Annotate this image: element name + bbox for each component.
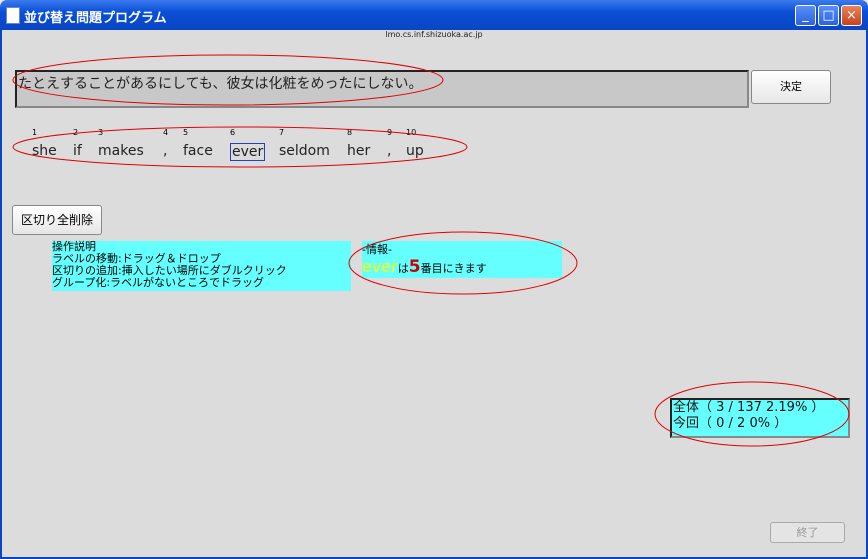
info-header: -情報- — [362, 243, 392, 256]
word-number: 10 — [406, 128, 417, 137]
maximize-button[interactable]: □ — [818, 5, 839, 26]
question-text: たとえすることがあるにしても、彼女は化粧をめったにしない。 — [15, 70, 749, 108]
info-word: ever — [362, 257, 398, 276]
word-label[interactable]: her — [347, 143, 370, 159]
stats-current: 今回（ 0 / 2 0% ） — [673, 416, 788, 431]
info-position: 5 — [408, 257, 421, 277]
title-bar: 並び替え問題プログラム _ □ × — [0, 0, 868, 30]
word-number: 6 — [230, 128, 236, 137]
word-number: 8 — [347, 128, 353, 137]
minimize-button[interactable]: _ — [795, 5, 816, 26]
word-label[interactable]: , — [163, 143, 167, 159]
word-label[interactable]: , — [387, 143, 391, 159]
info-panel: -情報- everは5番目にきます — [362, 241, 562, 278]
instructions-panel: 操作説明 ラベルの移動:ドラッグ＆ドロップ 区切りの追加:挿入したい場所にダブル… — [52, 241, 351, 291]
word-label[interactable]: up — [406, 143, 424, 159]
word-label[interactable]: she — [32, 143, 57, 159]
word-label[interactable]: seldom — [279, 143, 330, 159]
host-label: lmo.cs.inf.shizuoka.ac.jp — [385, 30, 483, 39]
document-icon — [6, 7, 20, 24]
word-number: 5 — [183, 128, 189, 137]
instruction-line: グループ化:ラベルがないところでドラッグ — [52, 276, 265, 289]
word-number: 2 — [73, 128, 79, 137]
info-suffix: 番目にきます — [420, 262, 487, 275]
stats-total: 全体（ 3 / 137 2.19% ） — [673, 400, 825, 415]
word-number: 3 — [98, 128, 104, 137]
info-message: everは5番目にきます — [362, 257, 487, 277]
info-particle: は — [397, 262, 409, 275]
finish-button[interactable]: 終了 — [770, 522, 845, 543]
word-label[interactable]: makes — [98, 143, 144, 159]
progress-stats: 全体（ 3 / 137 2.19% ） 今回（ 0 / 2 0% ） — [670, 398, 850, 438]
decide-button[interactable]: 決定 — [751, 70, 831, 104]
window-title: 並び替え問題プログラム — [24, 11, 167, 26]
word-label-selected[interactable]: ever — [230, 143, 266, 161]
word-number: 4 — [163, 128, 169, 137]
word-label[interactable]: if — [73, 143, 82, 159]
word-number: 7 — [279, 128, 285, 137]
close-button[interactable]: × — [841, 5, 862, 26]
clear-separators-button[interactable]: 区切り全削除 — [12, 205, 102, 235]
window-body — [0, 30, 868, 559]
word-number: 1 — [32, 128, 38, 137]
word-label[interactable]: face — [183, 143, 213, 159]
word-number: 9 — [387, 128, 393, 137]
